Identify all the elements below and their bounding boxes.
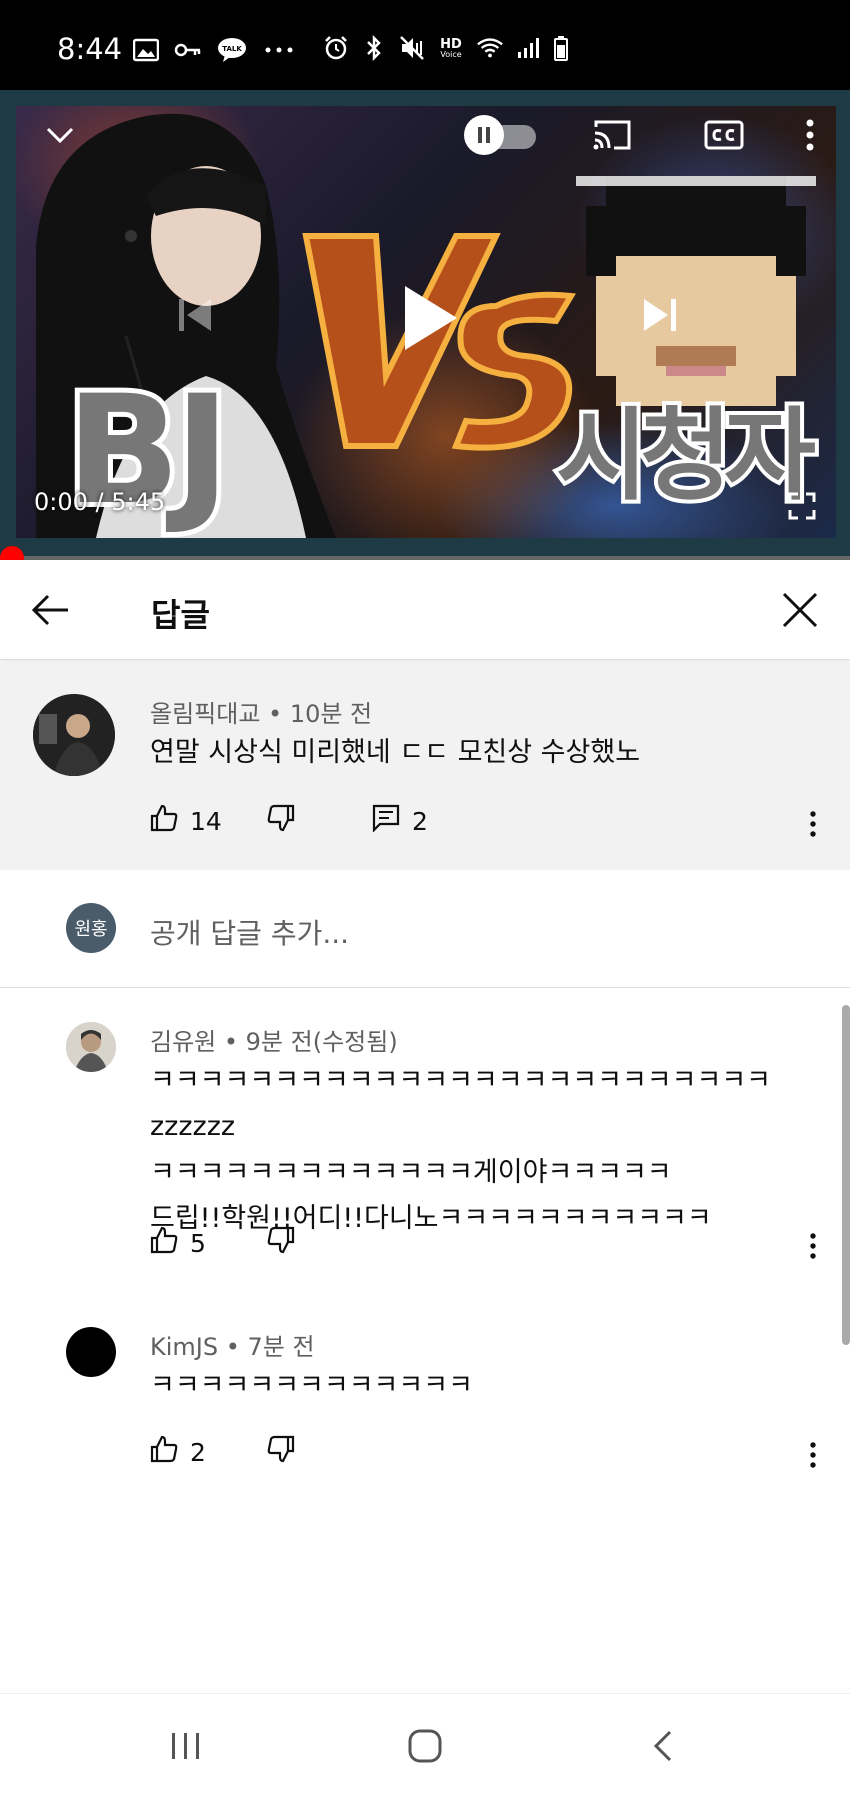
comment-text: 연말 시상식 미리했네 ㄷㄷ 모친상 수상했노 <box>150 737 641 768</box>
next-icon[interactable] <box>635 290 685 340</box>
video-player[interactable]: BJ 시청자 0:00 / 5:45 <box>0 90 850 560</box>
captions-icon[interactable] <box>702 115 746 155</box>
pause-icon <box>464 115 504 155</box>
thumbnail-text-right: 시청자 <box>552 397 820 514</box>
avatar[interactable] <box>66 1327 116 1377</box>
reply-button[interactable]: 2 <box>372 804 428 838</box>
like-count: 14 <box>190 806 222 836</box>
recent-apps-icon[interactable] <box>161 1724 211 1768</box>
previous-icon[interactable] <box>170 290 220 340</box>
comment-meta: KimJS • 7분 전 <box>150 1333 315 1361</box>
add-reply-row[interactable]: 원홍 공개 답글 추가... <box>0 870 850 988</box>
system-icons: HD Voice <box>322 34 570 62</box>
kakaotalk-icon: TALK <box>216 36 248 64</box>
list-item: 김유원 • 9분 전(수정됨) ㅋㅋㅋㅋㅋㅋㅋㅋㅋㅋㅋㅋㅋㅋㅋㅋㅋㅋㅋㅋㅋㅋㅋㅋ… <box>0 1000 850 1300</box>
voice-label: Voice <box>440 49 462 59</box>
fullscreen-icon[interactable] <box>784 488 820 524</box>
reply-input[interactable]: 공개 답글 추가... <box>150 912 349 952</box>
signal-icon <box>514 34 542 62</box>
navigation-bar <box>0 1693 850 1795</box>
reply-count: 2 <box>412 806 428 836</box>
list-item: KimJS • 7분 전 ㅋㅋㅋㅋㅋㅋㅋㅋㅋㅋㅋㅋㅋ 2 <box>0 1305 850 1485</box>
dislike-button[interactable] <box>267 1226 295 1260</box>
like-button[interactable]: 14 <box>150 804 222 838</box>
replies-header: 답글 <box>0 560 850 660</box>
thumbs-down-icon <box>267 1226 295 1260</box>
thumbs-down-icon <box>267 1435 295 1469</box>
home-icon[interactable] <box>400 1724 450 1768</box>
back-icon[interactable] <box>638 1724 688 1768</box>
thumbs-up-icon <box>150 1435 178 1469</box>
hd-label: HD <box>440 36 462 52</box>
avatar: 원홍 <box>66 903 116 953</box>
comment-meta: 김유원 • 9분 전(수정됨) <box>150 1028 398 1056</box>
key-icon <box>174 36 202 64</box>
more-vert-icon[interactable] <box>803 1435 823 1475</box>
comment-line: ㅋㅋㅋㅋㅋㅋㅋㅋㅋㅋㅋㅋㅋ게이야ㅋㅋㅋㅋㅋ <box>150 1157 672 1188</box>
mute-icon <box>398 34 426 62</box>
more-dots-icon <box>262 36 296 64</box>
progress-scrubber[interactable] <box>0 546 24 560</box>
thumbs-up-icon <box>150 804 178 838</box>
more-vert-icon[interactable] <box>803 804 823 844</box>
comment-text: ㅋㅋㅋㅋㅋㅋㅋㅋㅋㅋㅋㅋㅋㅋㅋㅋㅋㅋㅋㅋㅋㅋㅋㅋㅋzzzzzz ㅋㅋㅋㅋㅋㅋㅋㅋ… <box>150 1058 830 1242</box>
comment-line: 드립!!학원!!어디!!다니노ㅋㅋㅋㅋㅋㅋㅋㅋㅋㅋㅋ <box>150 1203 712 1234</box>
comment-icon <box>372 804 400 838</box>
bluetooth-icon <box>360 34 388 62</box>
dislike-button[interactable] <box>267 1435 295 1469</box>
like-count: 2 <box>190 1437 206 1467</box>
more-vert-icon[interactable] <box>798 115 822 155</box>
wifi-icon <box>476 34 504 62</box>
like-button[interactable]: 2 <box>150 1435 206 1469</box>
dislike-button[interactable] <box>267 804 295 838</box>
notification-icons: TALK <box>132 36 296 64</box>
scrollbar[interactable] <box>842 1005 850 1345</box>
alarm-icon <box>322 34 350 62</box>
battery-icon <box>552 34 570 62</box>
video-time: 0:00 / 5:45 <box>34 488 166 516</box>
minimize-chevron-icon[interactable] <box>40 115 80 155</box>
autoplay-toggle[interactable] <box>462 115 542 155</box>
replies-title: 답글 <box>151 596 210 634</box>
close-icon[interactable] <box>780 590 820 630</box>
thumbs-up-icon <box>150 1226 178 1260</box>
gallery-icon <box>132 36 160 64</box>
comment-meta: 올림픽대교 • 10분 전 <box>150 700 373 728</box>
more-vert-icon[interactable] <box>803 1226 823 1266</box>
play-icon[interactable] <box>396 278 466 358</box>
thumbs-down-icon <box>267 804 295 838</box>
status-time: 8:44 <box>57 32 123 66</box>
like-button[interactable]: 5 <box>150 1226 206 1260</box>
avatar[interactable] <box>33 694 115 776</box>
comment-line: ㅋㅋㅋㅋㅋㅋㅋㅋㅋㅋㅋㅋㅋㅋㅋㅋㅋㅋㅋㅋㅋㅋㅋㅋㅋzzzzzz <box>150 1065 771 1142</box>
hd-voice-icon: HD Voice <box>436 34 466 62</box>
like-count: 5 <box>190 1228 206 1258</box>
comment-line: ㅋㅋㅋㅋㅋㅋㅋㅋㅋㅋㅋㅋㅋ <box>150 1370 473 1401</box>
comment-text: ㅋㅋㅋㅋㅋㅋㅋㅋㅋㅋㅋㅋㅋ <box>150 1363 473 1409</box>
avatar[interactable] <box>66 1022 116 1072</box>
talk-label: TALK <box>222 45 242 53</box>
status-bar: 8:44 TALK HD Voice <box>0 0 850 90</box>
cast-icon[interactable] <box>590 115 634 155</box>
parent-comment: 올림픽대교 • 10분 전 연말 시상식 미리했네 ㄷㄷ 모친상 수상했노 14… <box>0 662 850 870</box>
back-arrow-icon[interactable] <box>30 590 70 630</box>
